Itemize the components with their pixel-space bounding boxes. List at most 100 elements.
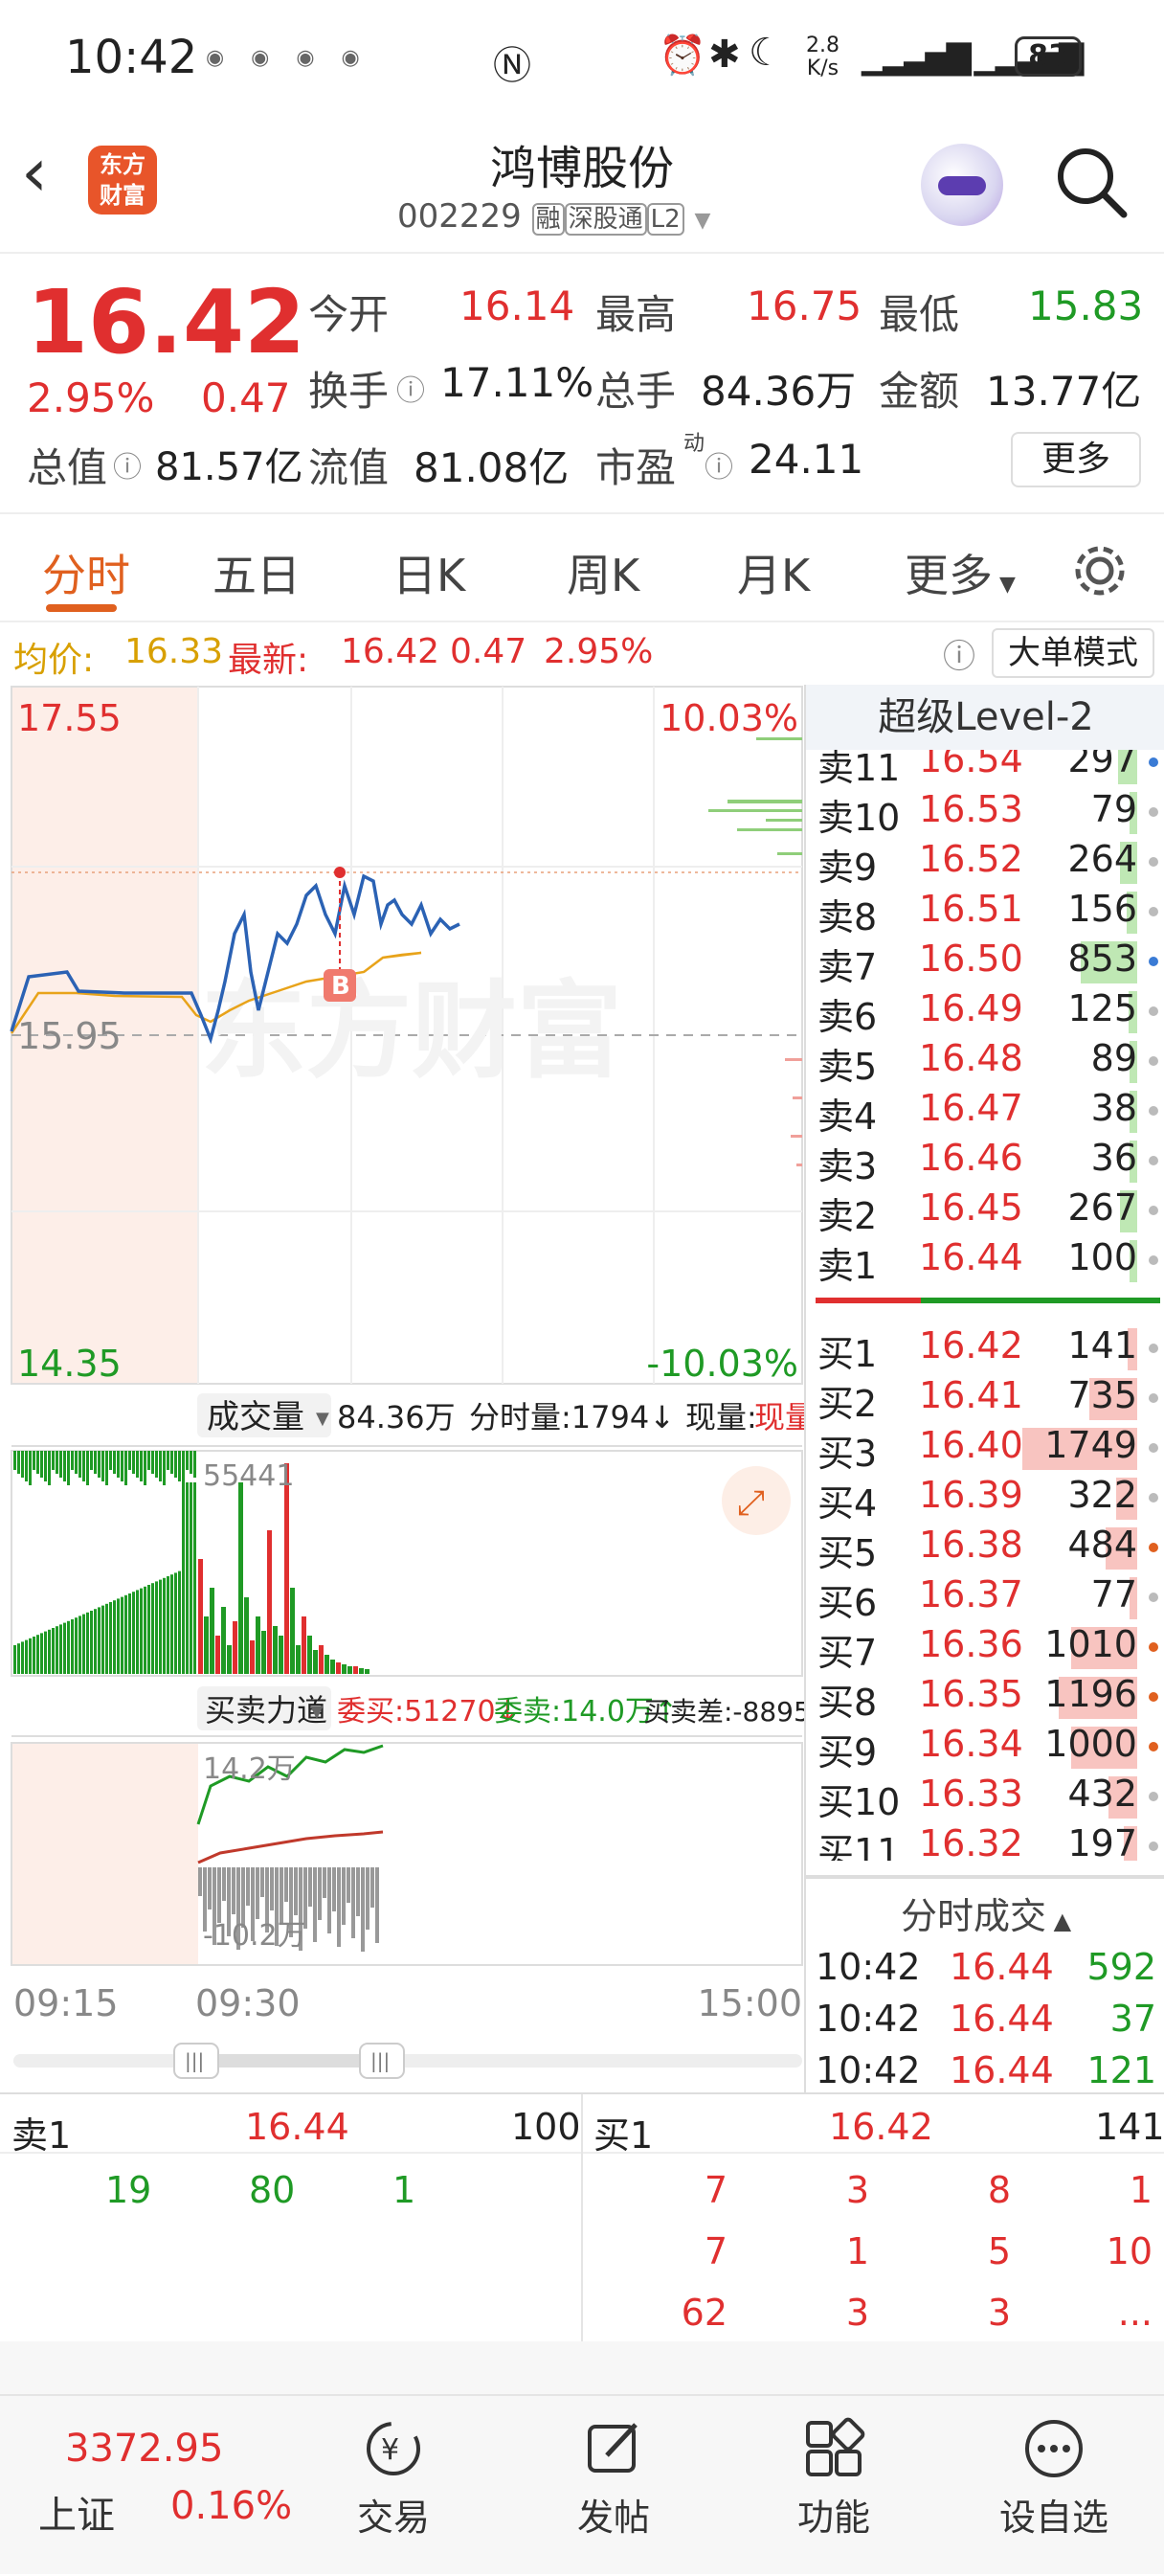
- info-icon[interactable]: ⓘ: [705, 443, 733, 486]
- volume-bar: [86, 1451, 89, 1485]
- time-close: 15:00: [697, 1982, 802, 2024]
- info-icon[interactable]: ⓘ: [113, 443, 142, 486]
- help-icon[interactable]: ⓘ: [943, 630, 975, 677]
- volume-bar: [25, 1639, 28, 1674]
- volume-bar: [359, 1668, 364, 1674]
- volume-bar: [33, 1451, 35, 1470]
- flow-top: 14.2万: [203, 1752, 296, 1786]
- ask-row[interactable]: 卖7 16.50 853: [806, 938, 1164, 988]
- ask-level: 卖2: [817, 1195, 878, 1237]
- range-slider-track[interactable]: [13, 2054, 802, 2068]
- bid-row[interactable]: 买9 16.34 1000: [806, 1723, 1164, 1774]
- ask-level: 卖5: [817, 1046, 878, 1088]
- level2-title[interactable]: 超级Level-2: [806, 685, 1164, 750]
- tick-trades-panel[interactable]: 分时成交 ▲ 10:42 16.44 592 10:42 16.44 37 10:42 16.…: [804, 1877, 1164, 2092]
- volume-bar: [167, 1576, 169, 1674]
- ask-row[interactable]: 卖2 16.45 267: [806, 1186, 1164, 1237]
- ask-row[interactable]: 卖6 16.49 125: [806, 987, 1164, 1038]
- bid-row[interactable]: 买1 16.42 141: [806, 1324, 1164, 1375]
- post-button[interactable]: 发帖: [542, 2415, 685, 2541]
- volume-bar: [365, 1669, 369, 1674]
- functions-button[interactable]: 功能: [762, 2415, 906, 2541]
- quote-panel: 16.42 2.95% 0.47 今开 16.14 最高 16.75 最低 15…: [0, 254, 1164, 512]
- volume-bar: [17, 1643, 20, 1674]
- alarm-icon: ⏰: [659, 34, 706, 78]
- ask-dot-icon: [1149, 1056, 1158, 1066]
- volume-bar: [233, 1621, 237, 1674]
- tick-trades-title[interactable]: 分时成交 ▲: [806, 1887, 1164, 1939]
- tab-monthly-k[interactable]: 月K: [737, 541, 810, 604]
- ask-dot-icon: [1149, 907, 1158, 916]
- bid-level: 买1: [817, 1333, 878, 1375]
- tab-weekly-k[interactable]: 周K: [567, 541, 639, 604]
- latest-label: 最新:: [228, 641, 309, 680]
- open-value: 16.14: [459, 282, 575, 329]
- buy-queue-order: 3: [845, 2292, 869, 2334]
- volume-label: 成交量: [207, 1398, 304, 1436]
- trade-button[interactable]: ¥ 交易: [322, 2415, 465, 2541]
- ask-row[interactable]: 卖8 16.51 156: [806, 888, 1164, 938]
- bluetooth-icon: ✱: [708, 33, 741, 77]
- ask-price: 16.52: [919, 838, 1023, 880]
- bid-row[interactable]: 买7 16.36 1010: [806, 1623, 1164, 1674]
- volume-bar: [56, 1451, 58, 1474]
- tab-daily-k[interactable]: 日K: [392, 541, 465, 604]
- bid-row[interactable]: 买8 16.35 1196: [806, 1673, 1164, 1724]
- bid-row[interactable]: 买4 16.39 322: [806, 1474, 1164, 1525]
- bid-volume: 484: [1067, 1524, 1137, 1566]
- turnover-value: 17.11%: [440, 359, 594, 406]
- ask-row[interactable]: 卖1 16.44 100: [806, 1236, 1164, 1287]
- high-label: 最高: [595, 291, 677, 338]
- volume-bar: [290, 1588, 295, 1674]
- volume-bar: [63, 1622, 66, 1674]
- bid-price: 16.42: [919, 1324, 1023, 1367]
- pe-label: 市盈: [595, 444, 677, 491]
- bid-list: 买1 16.42 141 买2 16.41 735 买3 16.40 1749 买4 16.39 32…: [806, 1324, 1164, 1861]
- search-icon[interactable]: [1053, 144, 1130, 220]
- bid-row[interactable]: 买5 16.38 484: [806, 1524, 1164, 1574]
- ask-level: 卖4: [817, 1096, 878, 1138]
- volume-bar: [140, 1451, 143, 1481]
- bid-row[interactable]: 买10 16.33 432: [806, 1773, 1164, 1823]
- ask-row[interactable]: 卖4 16.47 38: [806, 1087, 1164, 1138]
- bid-price: 16.34: [919, 1723, 1023, 1765]
- bid-row[interactable]: 买3 16.40 1749: [806, 1424, 1164, 1475]
- bid-row[interactable]: 买2 16.41 735: [806, 1374, 1164, 1425]
- buy-queue-order: 5: [987, 2230, 1011, 2272]
- bid-row[interactable]: 买11 16.32 197: [806, 1822, 1164, 1861]
- volume-bar: [159, 1579, 162, 1674]
- bid-level: 买3: [817, 1433, 878, 1475]
- volume-bar: [48, 1451, 51, 1485]
- volume-bar: [40, 1451, 43, 1478]
- tab-intraday[interactable]: 分时: [42, 541, 130, 604]
- volume-bar: [336, 1662, 341, 1674]
- ask-row[interactable]: 卖9 16.52 264: [806, 838, 1164, 889]
- robot-assistant-icon[interactable]: [921, 144, 1003, 226]
- ask-row[interactable]: 卖5 16.48 89: [806, 1037, 1164, 1088]
- bid-level: 买11: [817, 1831, 901, 1861]
- intraday-chart[interactable]: 东方财富 B 17.55 15.95 14.35 10.03% -10.03% …: [0, 685, 804, 2092]
- add-watchlist-button[interactable]: 设自选: [982, 2415, 1126, 2541]
- change-amount: 0.47: [201, 374, 291, 421]
- stock-header: ‹ 东方 财富 鸿博股份 002229 融深股通 L2 ▼: [0, 115, 1164, 254]
- big-order-mode-button[interactable]: 大单模式: [992, 628, 1154, 678]
- flow-label: 买卖力道: [205, 1692, 327, 1729]
- flow-bar: [361, 1867, 365, 1952]
- volume-bar: [261, 1631, 266, 1674]
- volume-bar: [170, 1574, 173, 1674]
- ask-row[interactable]: 卖3 16.46 36: [806, 1137, 1164, 1187]
- volume-bar: [147, 1451, 150, 1470]
- bid-volume: 141: [1067, 1324, 1137, 1367]
- ask-row[interactable]: 卖11 16.54 297: [806, 750, 1164, 789]
- bid-row[interactable]: 买6 16.37 77: [806, 1573, 1164, 1624]
- volume-bar: [284, 1463, 289, 1674]
- ask-row[interactable]: 卖10 16.53 79: [806, 788, 1164, 839]
- tab-more[interactable]: 更多 ▼: [905, 541, 1016, 604]
- info-icon[interactable]: ⓘ: [396, 367, 425, 409]
- index-quote[interactable]: 3372.95 上证 0.16%: [0, 2396, 316, 2576]
- settings-gear-icon[interactable]: [1070, 541, 1130, 600]
- more-button[interactable]: 更多: [1011, 432, 1141, 487]
- volume-minute: 分时量:1794↓: [469, 1399, 675, 1435]
- volume-bar: [94, 1609, 97, 1674]
- tab-5day[interactable]: 五日: [213, 541, 301, 604]
